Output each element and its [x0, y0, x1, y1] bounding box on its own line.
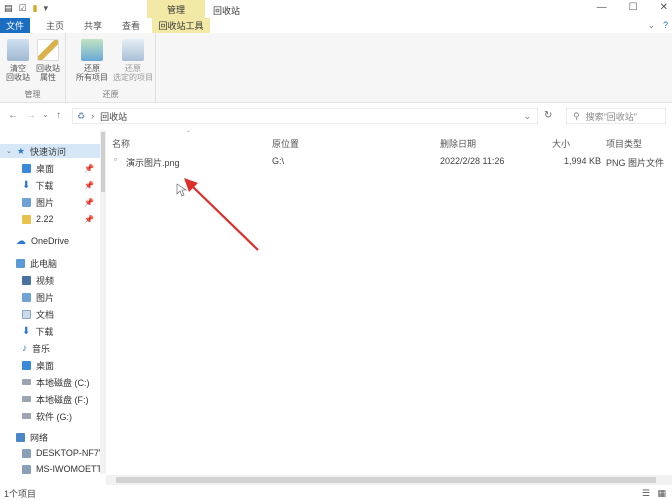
annotation-arrow — [176, 178, 259, 251]
mouse-cursor-icon — [176, 183, 187, 197]
arrow-shaft — [191, 185, 259, 251]
